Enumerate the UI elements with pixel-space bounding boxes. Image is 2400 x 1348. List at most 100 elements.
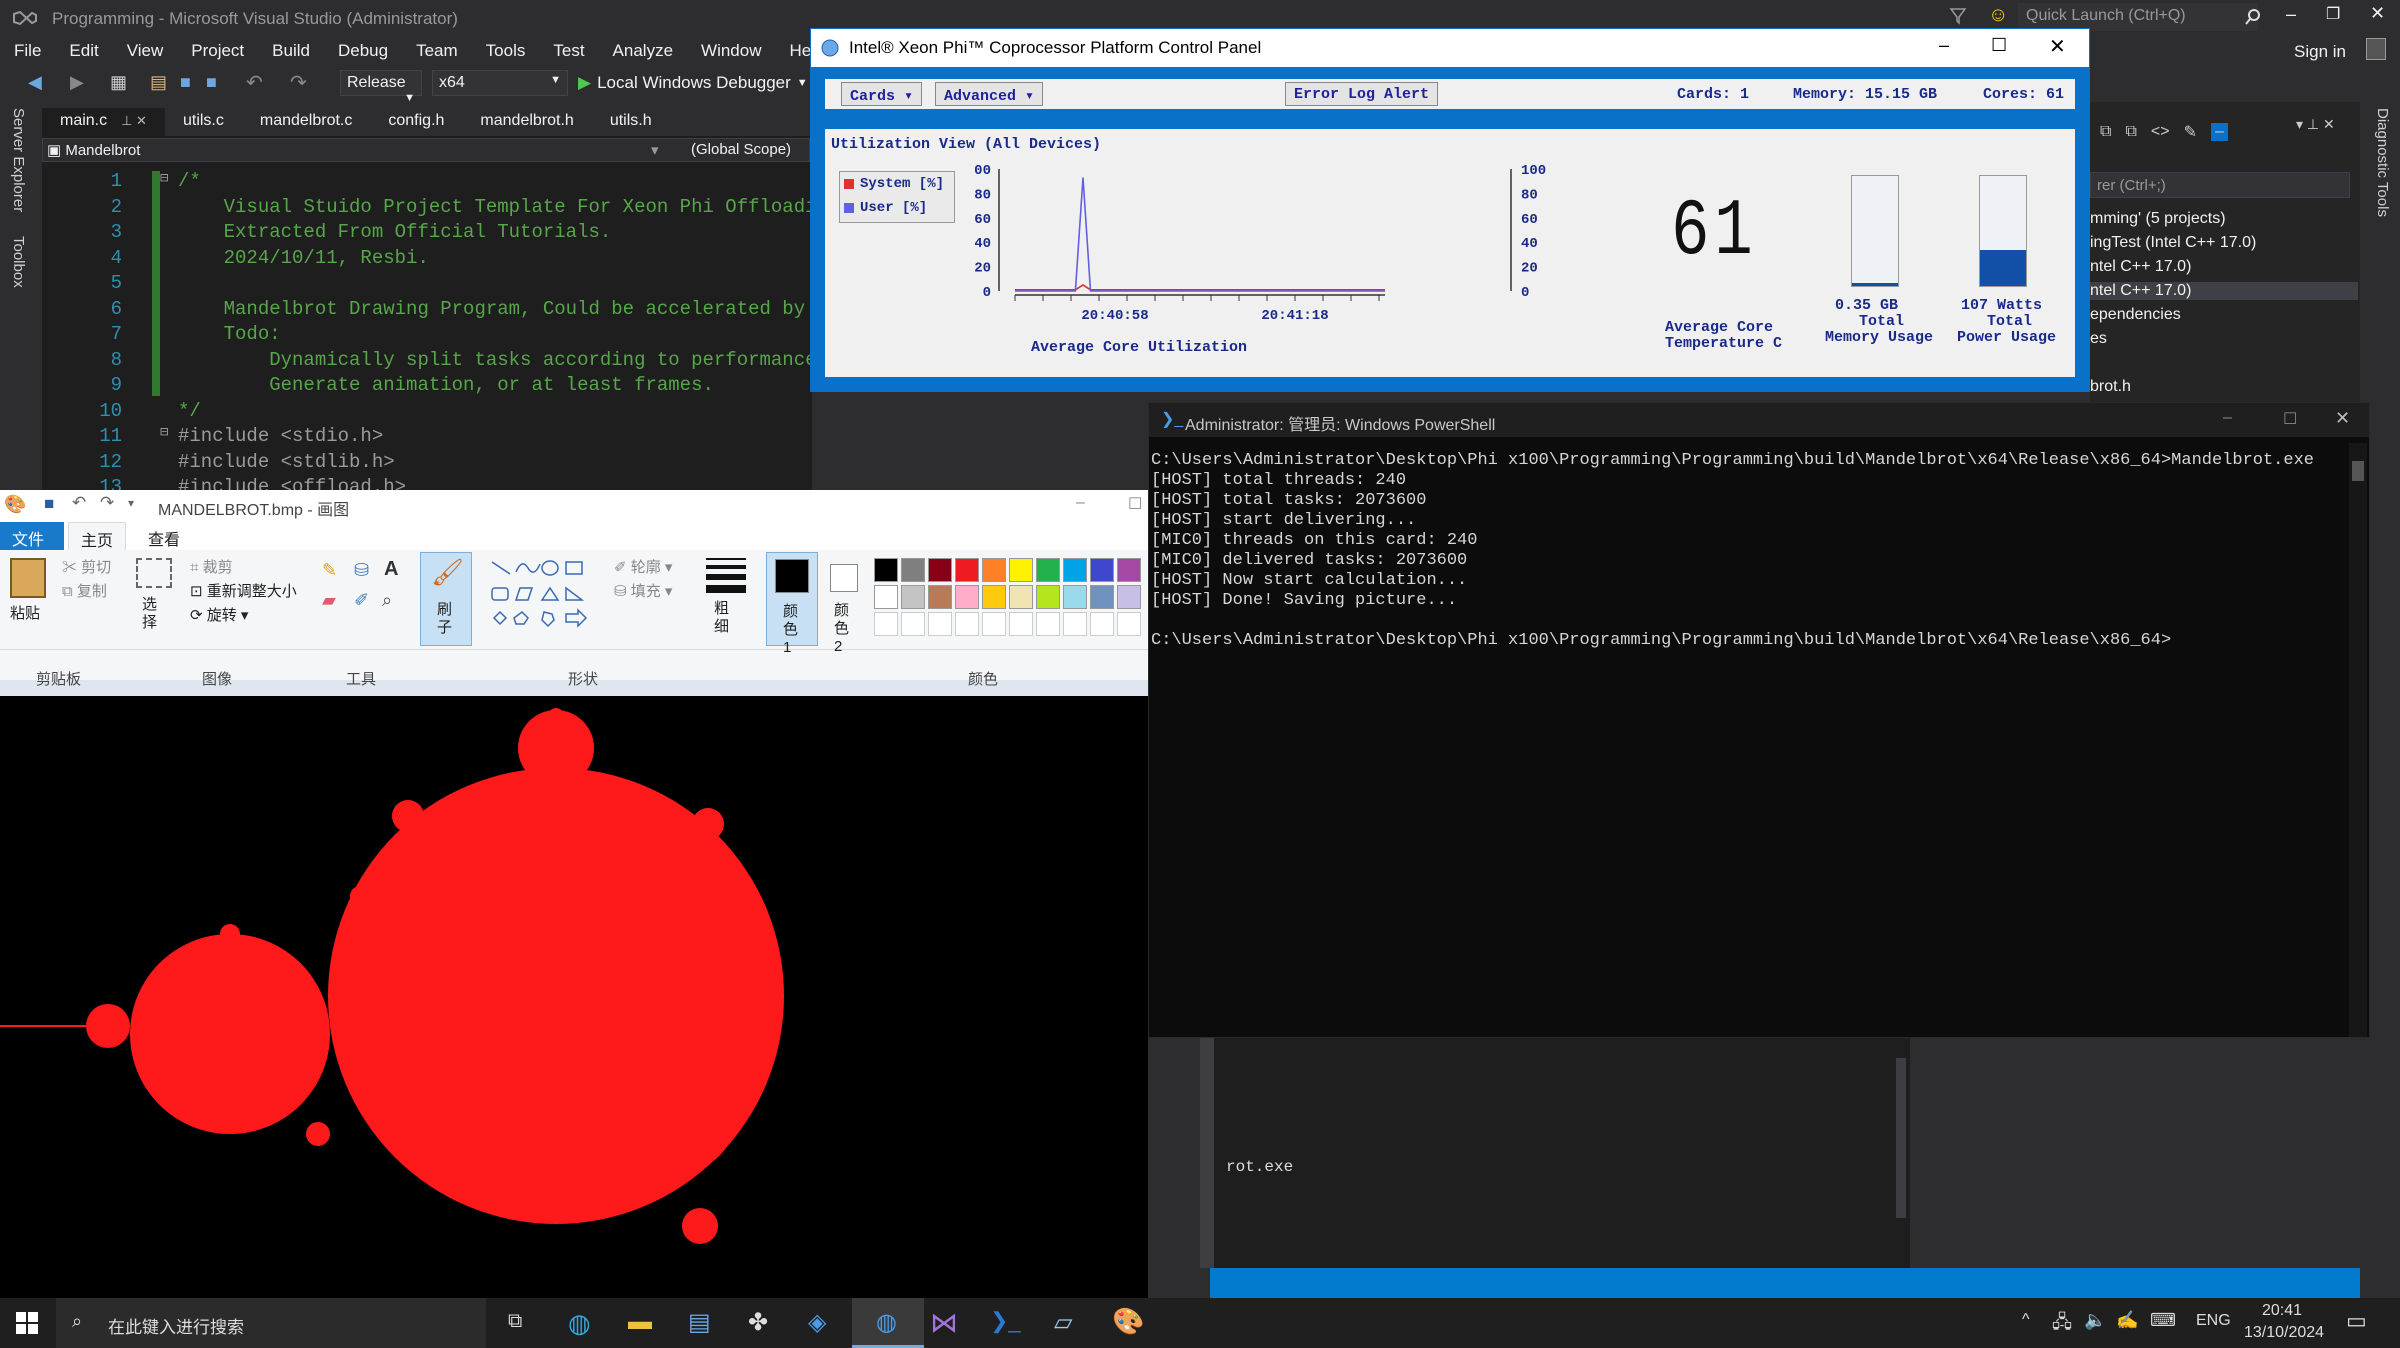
close-button[interactable]: ✕ [2335, 408, 2350, 429]
collapse-icon[interactable]: ⊟ [160, 424, 168, 441]
palette-swatch[interactable] [982, 558, 1006, 582]
nav-scope[interactable]: (Global Scope) [691, 141, 791, 158]
config-select[interactable]: Release ▼ [340, 70, 422, 104]
code-editor[interactable]: 1 /* 2 Visual Stuido Project Template For … [42, 136, 839, 498]
copy-button[interactable]: ⧉ 复制 [62, 580, 107, 601]
notepad-taskbar-icon[interactable]: ▱ [1054, 1308, 1072, 1337]
menu-analyze[interactable]: Analyze [599, 41, 687, 61]
account-avatar[interactable] [2366, 38, 2386, 60]
maximize-button[interactable]: ☐ [1128, 494, 1142, 514]
palette-swatch[interactable] [1090, 558, 1114, 582]
scrollbar[interactable] [1896, 1058, 1906, 1218]
solution-tree-item[interactable]: es [2090, 330, 2107, 348]
paste-icon[interactable] [10, 558, 46, 598]
undo-icon[interactable]: ↶ [246, 70, 263, 95]
solution-tree-item[interactable]: ntel C++ 17.0) [2090, 258, 2191, 276]
color1-button[interactable]: 颜色 1 [766, 552, 818, 656]
clock-date[interactable]: 13/10/2024 [2244, 1324, 2324, 1342]
windows-start-icon[interactable] [16, 1312, 38, 1334]
palette-swatch[interactable] [1063, 558, 1087, 582]
palette-swatch[interactable] [955, 558, 979, 582]
minimize-button[interactable]: – [2286, 4, 2296, 25]
menu-window[interactable]: Window [687, 41, 775, 61]
volume-icon[interactable]: 🔈 [2084, 1310, 2106, 1331]
solution-tree-item[interactable]: ependencies [2090, 306, 2181, 324]
text-tool-icon[interactable]: A [384, 558, 398, 581]
toolbox-tab[interactable]: Toolbox [10, 236, 27, 288]
palette-swatch[interactable] [1117, 558, 1141, 582]
open-file-icon[interactable]: ▤ [150, 72, 167, 93]
solution-search[interactable]: rer (Ctrl+;) [2090, 172, 2350, 198]
palette-swatch-empty[interactable] [928, 612, 952, 636]
eraser-icon[interactable]: ▰ [322, 590, 336, 611]
fill-bucket-icon[interactable]: ⛁ [354, 560, 369, 581]
palette-swatch-empty[interactable] [982, 612, 1006, 636]
menu-file[interactable]: File [0, 41, 55, 61]
palette-swatch-empty[interactable] [901, 612, 925, 636]
palette-swatch[interactable] [1036, 585, 1060, 609]
close-button[interactable]: ✕ [2370, 3, 2385, 24]
customize-icon[interactable]: ▾ [128, 496, 134, 510]
size-button[interactable]: 粗细 [714, 600, 734, 636]
palette-swatch[interactable] [955, 585, 979, 609]
task-view-icon[interactable]: ⧉ [508, 1310, 522, 1333]
restore-button[interactable]: ❐ [2326, 4, 2340, 24]
select-button[interactable]: 选择 [142, 596, 162, 632]
tab-home[interactable]: 主页 [68, 522, 126, 550]
palette-swatch-empty[interactable] [1117, 612, 1141, 636]
solution-tree-item[interactable]: ntel C++ 17.0) [2090, 282, 2358, 300]
color-picker-icon[interactable]: ✐ [354, 590, 369, 611]
notifications-icon[interactable]: ▭ [2346, 1308, 2367, 1334]
advanced-menu-button[interactable]: Advanced ▾ [935, 82, 1044, 106]
palette-swatch[interactable] [901, 558, 925, 582]
redo-icon[interactable]: ↷ [100, 493, 114, 513]
palette-swatch[interactable] [928, 558, 952, 582]
minimize-button[interactable]: – [1939, 35, 1949, 56]
minimize-button[interactable]: – [1076, 494, 1085, 512]
code-view-icon[interactable]: <> [2151, 123, 2170, 141]
visual-studio-taskbar-icon[interactable]: ⋈ [930, 1306, 958, 1339]
palette-swatch[interactable] [1009, 558, 1033, 582]
sign-in-link[interactable]: Sign in [2294, 42, 2346, 62]
resize-button[interactable]: ⊡ 重新调整大小 [190, 580, 297, 601]
crop-button[interactable]: ⌗ 裁剪 [190, 556, 233, 577]
color2-button[interactable]: 颜色 2 [822, 552, 866, 655]
paint-taskbar-icon[interactable]: 🎨 [1112, 1306, 1144, 1337]
chevron-up-icon[interactable]: ^ [2022, 1311, 2030, 1329]
new-project-icon[interactable]: ▦ [110, 72, 127, 93]
palette-swatch[interactable] [1117, 585, 1141, 609]
properties-icon[interactable]: ⧉ [2100, 123, 2111, 141]
redo-icon[interactable]: ↷ [290, 70, 307, 95]
rotate-button[interactable]: ⟳ 旋转 ▾ [190, 604, 248, 625]
palette-swatch[interactable] [928, 585, 952, 609]
search-icon[interactable] [2244, 8, 2262, 26]
menu-build[interactable]: Build [258, 41, 324, 61]
palette-swatch-empty[interactable] [1036, 612, 1060, 636]
powershell-taskbar-icon[interactable]: ❯_ [990, 1308, 1021, 1334]
quick-launch-input[interactable]: Quick Launch (Ctrl+Q) [2018, 3, 2258, 31]
palette-swatch-empty[interactable] [1090, 612, 1114, 636]
palette-swatch-empty[interactable] [874, 612, 898, 636]
doc-tab[interactable]: utils.c [165, 108, 242, 136]
vertical-scrollbar[interactable] [1200, 1038, 1214, 1268]
close-button[interactable]: ✕ [2049, 34, 2066, 59]
diagnostic-tools-tab[interactable]: Diagnostic Tools [2374, 108, 2391, 217]
console-output[interactable]: C:\Users\Administrator\Desktop\Phi x100\… [1151, 451, 2314, 651]
doc-tab[interactable]: mandelbrot.c [242, 108, 371, 136]
keyboard-icon[interactable]: ⌨ [2150, 1310, 2176, 1331]
forward-icon[interactable]: ▶ [70, 72, 84, 93]
paste-button[interactable]: 粘贴 [10, 602, 40, 623]
save-icon[interactable]: ■ [44, 494, 54, 514]
palette-swatch[interactable] [901, 585, 925, 609]
file-explorer-icon[interactable]: ▬ [628, 1308, 652, 1336]
filter-icon[interactable] [1948, 6, 1968, 26]
nav-project[interactable]: ▣ Mandelbrot [47, 141, 140, 159]
solution-tree-item[interactable]: ingTest (Intel C++ 17.0) [2090, 234, 2256, 252]
magnifier-icon[interactable]: ⌕ [382, 590, 392, 611]
menu-tools[interactable]: Tools [472, 41, 540, 61]
palette-swatch[interactable] [874, 585, 898, 609]
palette-swatch[interactable] [1090, 585, 1114, 609]
fill-button[interactable]: ⛁ 填充 ▾ [614, 580, 672, 601]
cards-menu-button[interactable]: Cards ▾ [841, 82, 923, 106]
platform-select[interactable]: x64 ▼ [432, 70, 568, 96]
